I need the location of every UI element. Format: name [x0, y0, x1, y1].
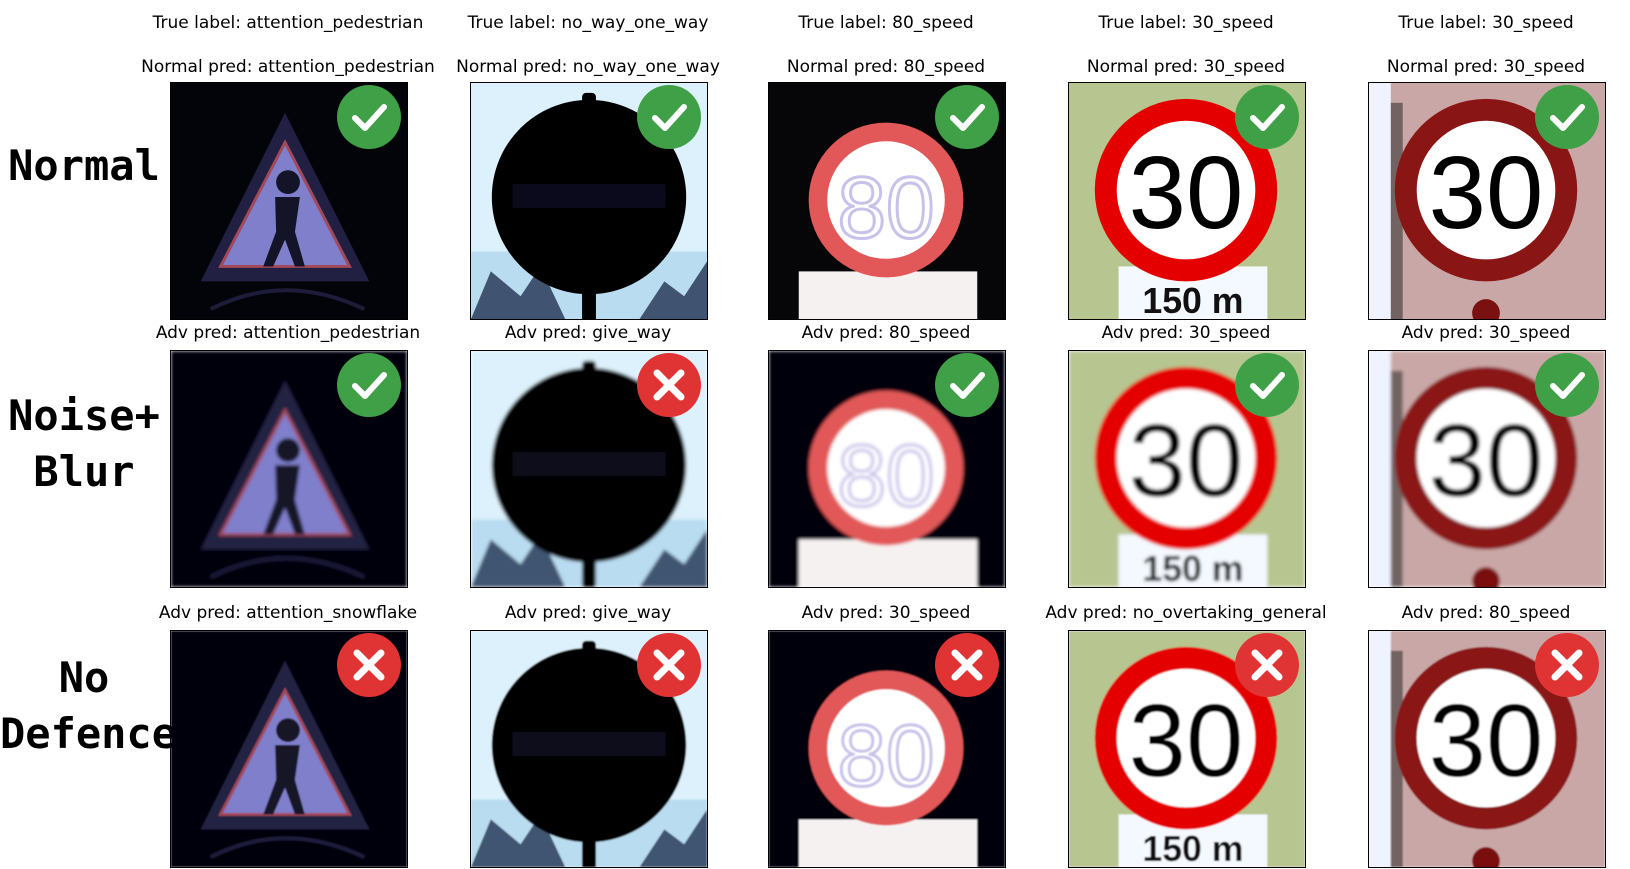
speed-limit-sign-image: 30 [1368, 82, 1606, 320]
row-label-no-defence: No Defence [0, 653, 178, 758]
true-label: True label: attention_pedestrian [152, 13, 424, 33]
row-label-normal: Normal [8, 141, 160, 190]
cross-icon [1535, 633, 1599, 697]
pedestrian-warning-sign-image [170, 82, 408, 320]
no-entry-sign-image [470, 82, 708, 320]
check-icon [637, 85, 701, 149]
blur-pred-label: Adv pred: 30_speed [1101, 323, 1271, 343]
check-icon [337, 353, 401, 417]
pedestrian-warning-sign-image [170, 350, 408, 588]
svg-text:30: 30 [1129, 403, 1244, 518]
svg-text:30: 30 [1129, 135, 1244, 250]
true-label: True label: 80_speed [798, 13, 974, 33]
normal-pred-label: Normal pred: 80_speed [786, 57, 986, 77]
row-label-noise-blur: Noise+ Blur [8, 391, 160, 496]
speed-limit-sign-image: 30 [1368, 350, 1606, 588]
blur-pred-label: Adv pred: give_way [504, 323, 672, 343]
normal-pred-label: Normal pred: no_way_one_way [456, 57, 720, 77]
nodefence-pred-label: Adv pred: 30_speed [801, 603, 971, 623]
svg-text:150 m: 150 m [1142, 549, 1243, 587]
check-icon [1535, 85, 1599, 149]
true-label: True label: 30_speed [1098, 13, 1274, 33]
true-label: True label: 30_speed [1398, 13, 1574, 33]
normal-pred-label: Normal pred: 30_speed [1086, 57, 1286, 77]
check-icon [935, 353, 999, 417]
cross-icon [637, 633, 701, 697]
speed-limit-sign-image: 30 [1368, 630, 1606, 868]
speed-limit-sign-image: 150 m 30 [1068, 82, 1306, 320]
speed-limit-sign-image: 150 m 30 [1068, 350, 1306, 588]
blur-pred-label: Adv pred: attention_pedestrian [155, 323, 421, 343]
nodefence-pred-label: Adv pred: no_overtaking_general [1045, 603, 1327, 623]
check-icon [337, 85, 401, 149]
nodefence-pred-label: Adv pred: give_way [504, 603, 672, 623]
nodefence-pred-label: Adv pred: 80_speed [1401, 603, 1571, 623]
blur-pred-label: Adv pred: 30_speed [1401, 323, 1571, 343]
speed-limit-sign-image: 80 [768, 82, 1006, 320]
true-label: True label: no_way_one_way [467, 13, 709, 33]
nodefence-pred-label: Adv pred: attention_snowflake [158, 603, 418, 623]
check-icon [935, 85, 999, 149]
cross-icon [337, 633, 401, 697]
svg-text:80: 80 [837, 428, 934, 525]
pedestrian-warning-sign-image [170, 630, 408, 868]
svg-text:30: 30 [1129, 683, 1244, 798]
svg-text:150 m: 150 m [1142, 281, 1243, 319]
blur-pred-label: Adv pred: 80_speed [801, 323, 971, 343]
svg-text:30: 30 [1429, 683, 1544, 798]
normal-pred-label: Normal pred: 30_speed [1386, 57, 1586, 77]
svg-text:80: 80 [837, 708, 934, 805]
cross-icon [1235, 633, 1299, 697]
check-icon [1235, 353, 1299, 417]
normal-pred-label: Normal pred: attention_pedestrian [141, 57, 435, 77]
svg-text:30: 30 [1429, 135, 1544, 250]
svg-text:30: 30 [1429, 403, 1544, 518]
check-icon [1535, 353, 1599, 417]
speed-limit-sign-image: 80 [768, 350, 1006, 588]
cross-icon [637, 353, 701, 417]
no-entry-sign-image [470, 350, 708, 588]
speed-limit-sign-image: 80 [768, 630, 1006, 868]
check-icon [1235, 85, 1299, 149]
speed-limit-sign-image: 150 m 30 [1068, 630, 1306, 868]
svg-text:80: 80 [837, 160, 934, 257]
svg-text:150 m: 150 m [1142, 829, 1243, 867]
no-entry-sign-image [470, 630, 708, 868]
cross-icon [935, 633, 999, 697]
